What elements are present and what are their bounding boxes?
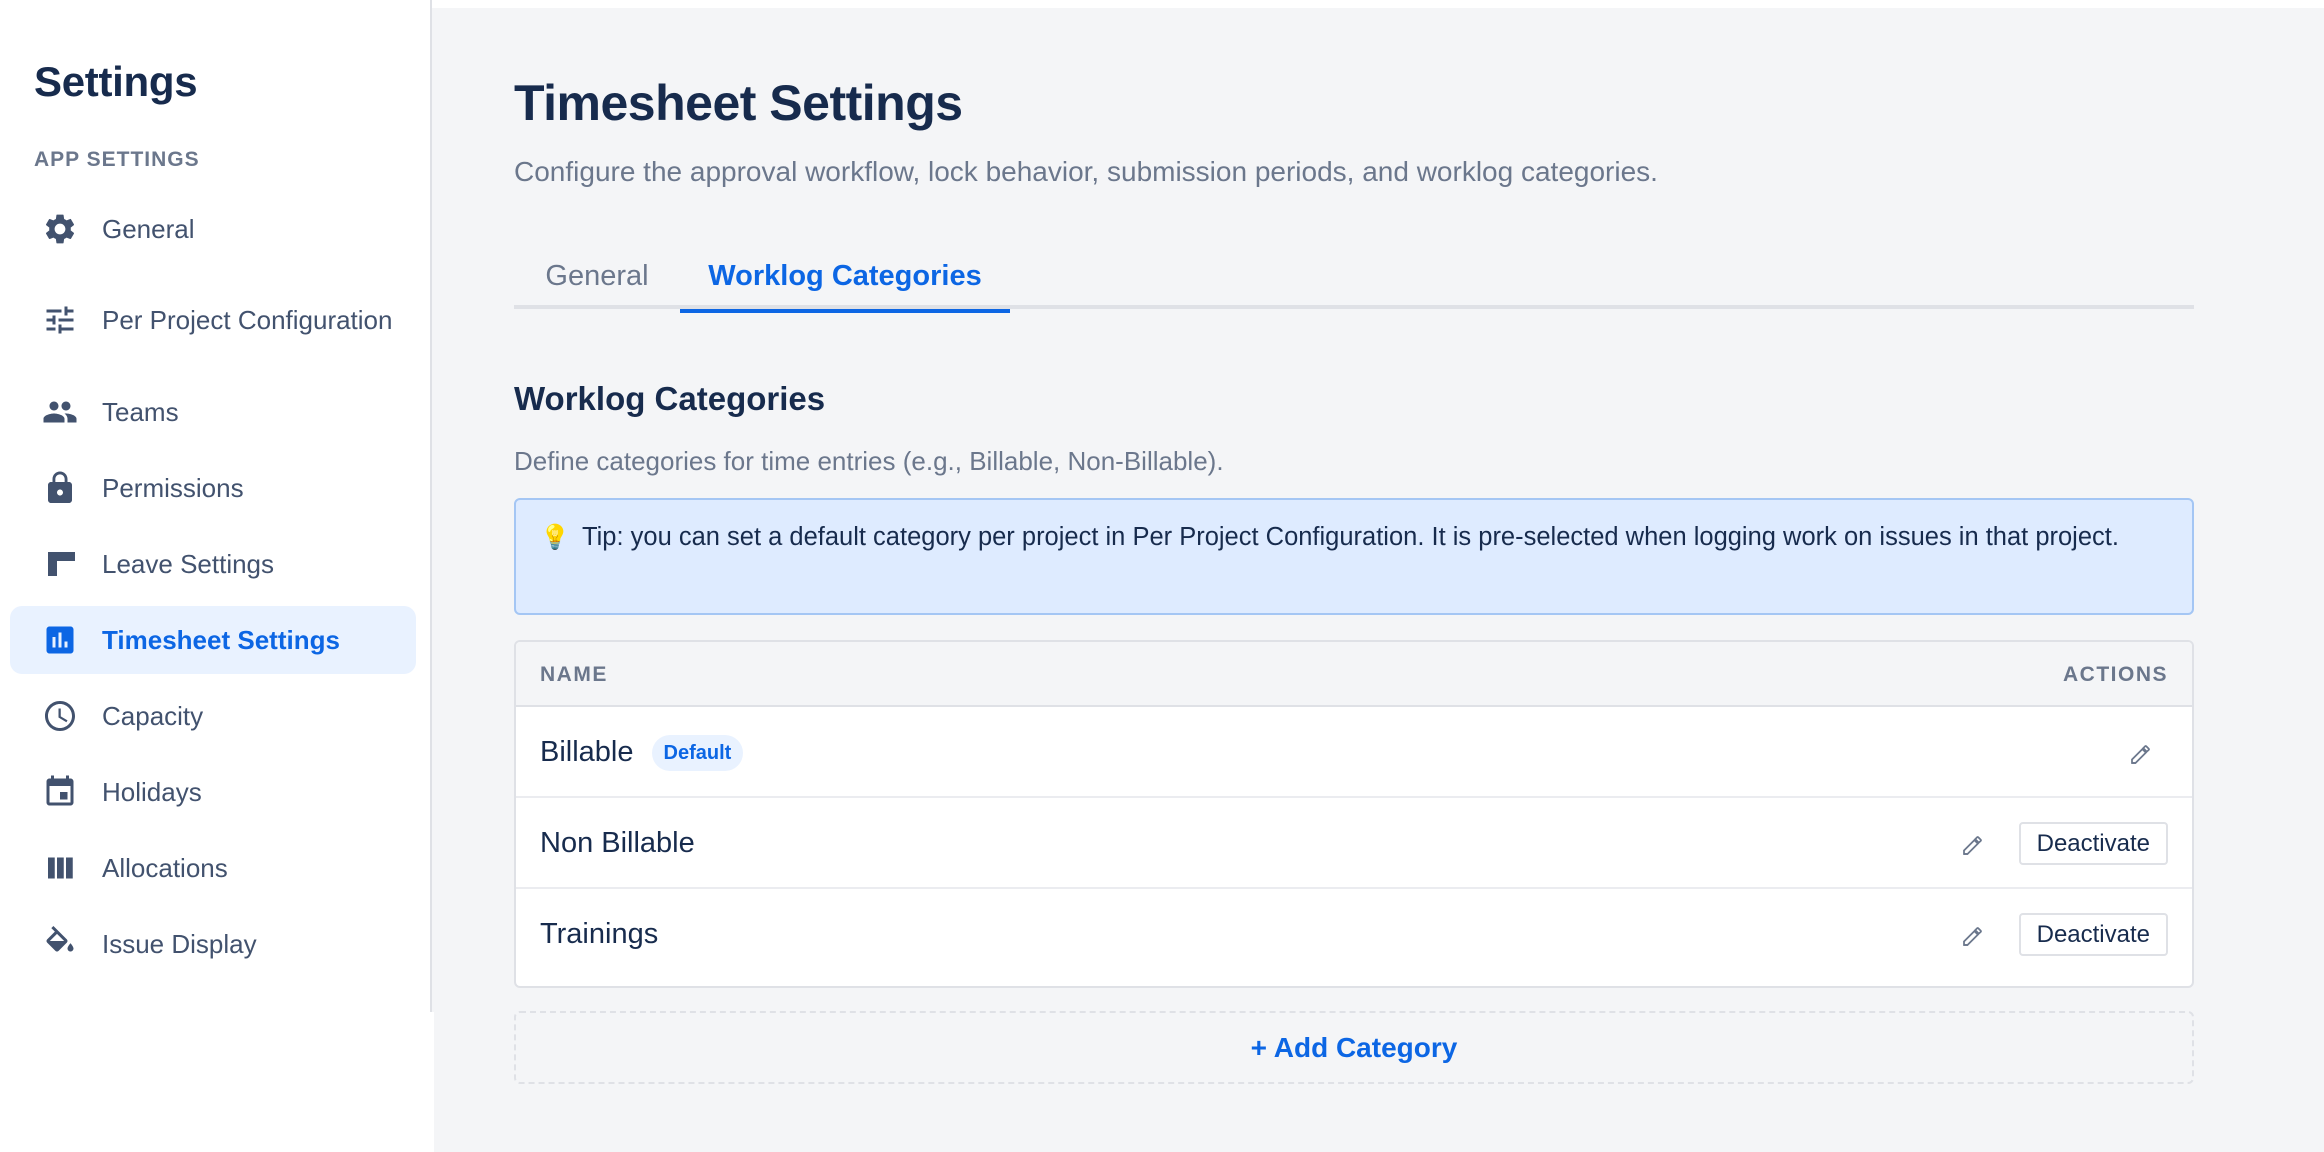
table-row: Trainings Deactivate — [516, 889, 2192, 980]
pencil-icon[interactable] — [1954, 798, 1994, 889]
sidebar-item-capacity[interactable]: Capacity — [10, 682, 416, 750]
table-row: Non Billable Deactivate — [516, 798, 2192, 889]
window-icon — [40, 544, 80, 584]
page-subtitle: Configure the approval workflow, lock be… — [514, 156, 1658, 187]
category-name-cell: Trainings — [540, 889, 658, 980]
bar-chart-icon — [40, 620, 80, 660]
column-header-name: NAME — [540, 662, 608, 686]
sidebar-item-label: Teams — [102, 397, 179, 427]
lock-icon — [40, 468, 80, 508]
default-badge: Default — [651, 734, 744, 771]
sidebar-item-label: General — [102, 214, 195, 244]
deactivate-button[interactable]: Deactivate — [2018, 822, 2168, 865]
sidebar-item-label: Issue Display — [102, 929, 257, 959]
sidebar-item-label: Permissions — [102, 473, 244, 503]
category-name: Trainings — [540, 918, 659, 950]
sidebar-item-per-project-configuration[interactable]: Per Project Configuration — [10, 286, 416, 354]
tip-banner: 💡 Tip: you can set a default category pe… — [514, 498, 2194, 615]
sidebar-title: Settings — [34, 58, 198, 105]
sidebar-item-allocations[interactable]: Allocations — [10, 834, 416, 902]
section-description: Define categories for time entries (e.g.… — [514, 446, 1224, 476]
sidebar-footer-area — [0, 1012, 434, 1152]
add-category-button[interactable]: + Add Category — [514, 1011, 2194, 1084]
section-title: Worklog Categories — [514, 380, 826, 417]
main-content: Timesheet Settings Configure the approva… — [434, 8, 2324, 1152]
table-header: NAME ACTIONS — [516, 642, 2192, 707]
sidebar-item-label: Timesheet Settings — [102, 625, 340, 655]
sidebar-item-teams[interactable]: Teams — [10, 378, 416, 446]
category-name-cell: Non Billable — [540, 798, 695, 889]
sidebar-item-timesheet-settings[interactable]: Timesheet Settings — [10, 606, 416, 674]
pencil-icon[interactable] — [2122, 707, 2162, 798]
sidebar-section-label: APP SETTINGS — [34, 148, 200, 171]
sidebar-item-leave-settings[interactable]: Leave Settings — [10, 530, 416, 598]
sidebar-item-label: Leave Settings — [102, 549, 275, 579]
tip-text: Tip: you can set a default category per … — [582, 523, 2119, 551]
columns-icon — [40, 848, 80, 888]
page-title: Timesheet Settings — [514, 75, 963, 131]
column-header-actions: ACTIONS — [2063, 662, 2168, 686]
paint-bucket-icon — [40, 924, 80, 964]
tab-bar: General Worklog Categories — [514, 244, 2194, 313]
gear-icon — [40, 209, 80, 249]
sidebar-item-label: Per Project Configuration — [102, 305, 393, 335]
people-icon — [40, 392, 80, 432]
sidebar-item-label: Holidays — [102, 777, 202, 807]
sidebar-item-issue-display[interactable]: Issue Display — [10, 910, 416, 978]
deactivate-button[interactable]: Deactivate — [2018, 913, 2168, 956]
sidebar-item-permissions[interactable]: Permissions — [10, 454, 416, 522]
pencil-icon[interactable] — [1954, 889, 1994, 980]
sidebar: Settings APP SETTINGS General Per Projec… — [0, 0, 432, 1152]
categories-table: NAME ACTIONS Billable Default Non Billab… — [514, 640, 2194, 988]
table-row: Billable Default — [516, 707, 2192, 798]
tab-worklog-categories[interactable]: Worklog Categories — [680, 244, 1010, 313]
sidebar-item-holidays[interactable]: Holidays — [10, 758, 416, 826]
clock-icon — [40, 696, 80, 736]
category-name-cell: Billable Default — [540, 707, 744, 798]
sliders-icon — [40, 300, 80, 340]
category-name: Billable — [540, 736, 634, 768]
tab-general[interactable]: General — [514, 244, 680, 309]
sidebar-item-general[interactable]: General — [10, 195, 416, 263]
category-name: Non Billable — [540, 827, 695, 859]
lightbulb-icon: 💡 — [540, 524, 570, 551]
calendar-icon — [40, 772, 80, 812]
sidebar-item-label: Allocations — [102, 853, 228, 883]
sidebar-item-label: Capacity — [102, 701, 204, 731]
